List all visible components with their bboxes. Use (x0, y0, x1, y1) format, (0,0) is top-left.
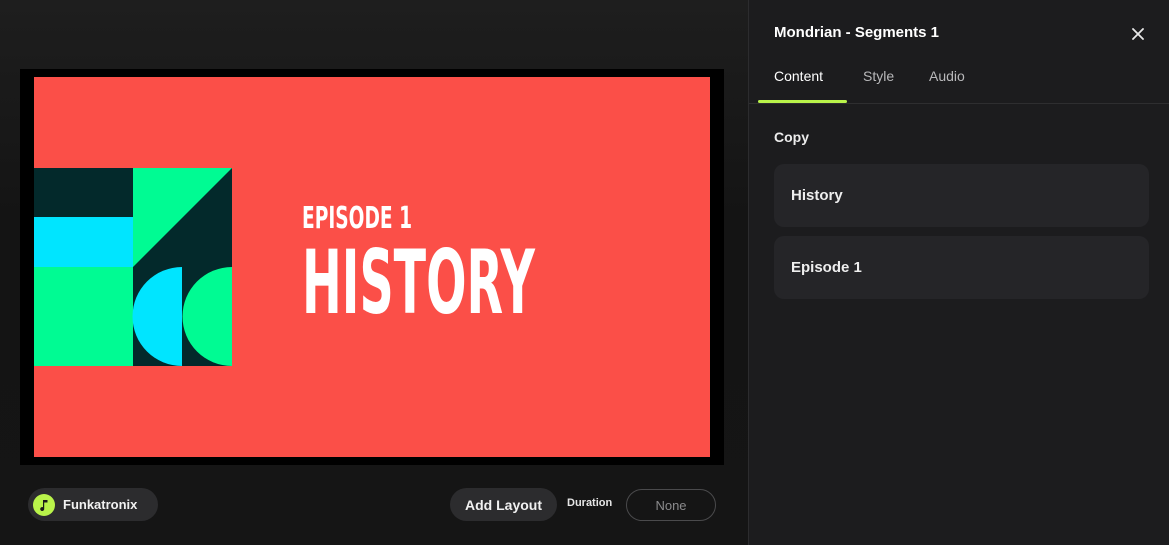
tab-content[interactable]: Content (774, 68, 823, 84)
music-note-icon (33, 493, 55, 516)
mondrian-block-dark (34, 168, 133, 217)
copy-field-episode[interactable]: Episode 1 (774, 236, 1149, 299)
preview-area: EPISODE 1 HISTORY Funkatronix Add Layout… (0, 0, 748, 545)
mondrian-block-green (34, 267, 133, 366)
active-tab-indicator (758, 100, 847, 103)
music-track-button[interactable]: Funkatronix (28, 488, 158, 521)
mondrian-graphic (34, 168, 232, 366)
copy-field-title[interactable]: History (774, 164, 1149, 227)
add-layout-button[interactable]: Add Layout (450, 488, 557, 521)
slide-title-text: HISTORY (302, 231, 535, 334)
slide-preview-frame[interactable]: EPISODE 1 HISTORY (20, 69, 724, 465)
panel-tabs: Content Style Audio (749, 56, 1169, 104)
close-icon (1132, 28, 1144, 40)
tab-audio[interactable]: Audio (929, 68, 965, 84)
panel-title: Mondrian - Segments 1 (774, 24, 940, 41)
mondrian-block-cyan (34, 217, 133, 267)
properties-panel: Mondrian - Segments 1 Content Style Audi… (748, 0, 1169, 545)
preview-toolbar: Funkatronix Add Layout Duration None (0, 488, 748, 522)
slide-canvas[interactable]: EPISODE 1 HISTORY (34, 77, 710, 457)
tab-style[interactable]: Style (863, 68, 894, 84)
duration-select[interactable]: None (626, 489, 716, 521)
close-button[interactable] (1129, 25, 1147, 43)
duration-label: Duration (567, 497, 613, 509)
music-track-label: Funkatronix (63, 497, 138, 512)
copy-section-label: Copy (774, 129, 809, 145)
